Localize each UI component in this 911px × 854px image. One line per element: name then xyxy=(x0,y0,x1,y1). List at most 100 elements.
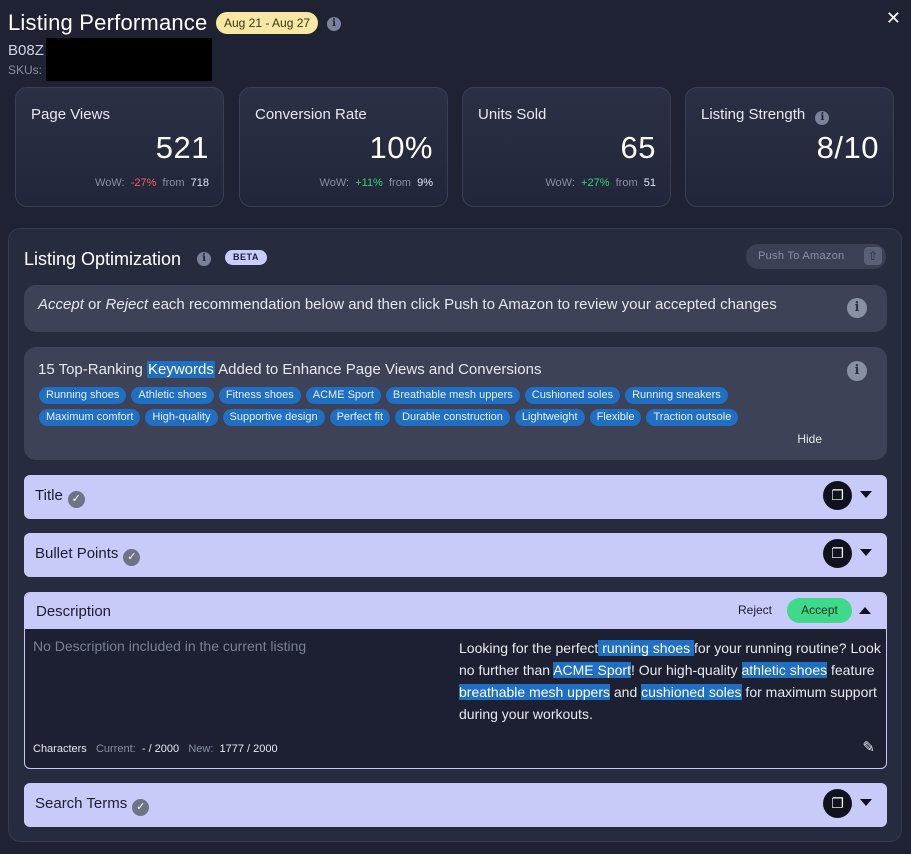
keyword-chip: Fitness shoes xyxy=(218,387,301,404)
keyword-chip: Maximum comfort xyxy=(39,409,141,426)
info-icon[interactable]: i xyxy=(197,252,211,266)
skus-label: SKUs: xyxy=(8,63,43,77)
description-text: Looking for the perfect xyxy=(459,640,599,656)
new-label: New: xyxy=(188,743,214,755)
wow-label: WoW: xyxy=(545,177,575,189)
description-text: ! Our high-quality xyxy=(631,662,742,678)
description-header[interactable]: Description Reject Accept xyxy=(25,593,886,629)
description-text: and xyxy=(610,684,642,700)
keyword-chip: Running shoes xyxy=(39,387,127,404)
accordion-label-text: Title xyxy=(35,487,63,504)
accordion-label-text: Bullet Points xyxy=(35,545,119,562)
keyword-highlight: cushioned soles xyxy=(641,684,742,700)
metric-card-conversion-rate: Conversion Rate 10% WoW: +11% from 9% xyxy=(239,87,448,207)
metric-label: Listing Strength i xyxy=(701,106,830,125)
from-value: 51 xyxy=(643,177,656,189)
from-value: 718 xyxy=(190,177,209,189)
accordion-title[interactable]: Title ✓ ❐ xyxy=(24,475,887,519)
accordion-label: Search Terms ✓ xyxy=(35,795,150,816)
beta-badge: BETA xyxy=(225,250,267,265)
keywords-title: 15 Top-Ranking Keywords Added to Enhance… xyxy=(38,361,541,378)
metric-label: Conversion Rate xyxy=(255,106,367,123)
metric-value: 8/10 xyxy=(816,130,879,165)
kw-title-prefix: 15 Top-Ranking xyxy=(38,361,147,378)
metric-wow: WoW: +11% from 9% xyxy=(320,177,433,189)
check-icon: ✓ xyxy=(132,799,150,816)
instructions-rest: each recommendation below and then click… xyxy=(148,296,777,313)
metric-wow: WoW: -27% from 718 xyxy=(95,177,209,189)
wow-change: +27% xyxy=(581,177,610,189)
keyword-chip: ACME Sport xyxy=(305,387,381,404)
metric-value: 521 xyxy=(155,130,209,165)
current-label: Current: xyxy=(95,743,136,755)
keyword-chip: Athletic shoes xyxy=(131,387,214,404)
instructions-accept: Accept xyxy=(38,296,84,313)
new-description: Looking for the perfect running shoes fo… xyxy=(459,637,885,725)
from-value: 9% xyxy=(417,177,433,189)
metric-card-units-sold: Units Sold 65 WoW: +27% from 51 xyxy=(462,87,671,207)
push-to-amazon-button[interactable]: Push To Amazon ⇧ xyxy=(746,244,886,269)
info-icon[interactable]: i xyxy=(847,361,867,381)
accordion-description: Description Reject Accept No Description… xyxy=(24,592,887,769)
keyword-chip: Flexible xyxy=(589,409,642,426)
section-title: Listing Optimization xyxy=(24,249,182,269)
copy-icon[interactable]: ❐ xyxy=(823,539,852,568)
metric-label-text: Listing Strength xyxy=(701,106,806,123)
chevron-up-icon[interactable] xyxy=(859,607,871,614)
keyword-highlight: ACME Sport xyxy=(553,662,631,678)
instructions-reject: Reject xyxy=(105,296,149,313)
metric-label: Page Views xyxy=(31,106,110,123)
redaction-block xyxy=(46,38,212,81)
keyword-chip: Breathable mesh uppers xyxy=(385,387,520,404)
info-icon[interactable]: i xyxy=(815,111,830,125)
accordion-label: Title ✓ xyxy=(35,487,85,508)
accordion-bullet-points[interactable]: Bullet Points ✓ ❐ xyxy=(24,533,887,577)
pencil-icon[interactable]: ✎ xyxy=(862,738,875,756)
wow-label: WoW: xyxy=(95,177,125,189)
wow-label: WoW: xyxy=(319,177,350,189)
info-icon[interactable]: i xyxy=(847,298,867,318)
chevron-down-icon[interactable] xyxy=(860,491,872,498)
keyword-highlight: running shoes xyxy=(598,640,695,656)
hide-keywords-link[interactable]: Hide xyxy=(797,432,822,446)
chevron-down-icon[interactable] xyxy=(860,549,872,556)
keyword-chip: Durable construction xyxy=(395,409,510,426)
keyword-highlight: athletic shoes xyxy=(741,662,828,678)
metric-card-listing-strength: Listing Strength i 8/10 xyxy=(685,87,894,207)
character-count: Characters Current: - / 2000 New: 1777 /… xyxy=(33,743,278,755)
metric-value: 65 xyxy=(620,130,656,165)
copy-icon[interactable]: ❐ xyxy=(823,789,852,818)
current-count: - / 2000 xyxy=(141,743,180,755)
from-label: from xyxy=(615,177,638,189)
chevron-down-icon[interactable] xyxy=(860,799,872,806)
check-icon: ✓ xyxy=(123,549,141,566)
check-icon: ✓ xyxy=(67,491,85,508)
current-description: No Description included in the current l… xyxy=(33,638,307,654)
from-label: from xyxy=(388,177,411,189)
info-icon[interactable]: i xyxy=(327,17,341,31)
keyword-highlight: breathable mesh uppers xyxy=(459,684,610,700)
accept-button[interactable]: Accept xyxy=(787,598,852,623)
instructions-or: or xyxy=(83,296,106,313)
metric-value: 10% xyxy=(369,130,433,165)
keyword-row: Running shoes Athletic shoes Fitness sho… xyxy=(39,387,728,404)
kw-title-suffix: Added to Enhance Page Views and Conversi… xyxy=(214,361,542,378)
upload-icon: ⇧ xyxy=(864,247,882,265)
keywords-box: 15 Top-Ranking Keywords Added to Enhance… xyxy=(24,347,887,460)
from-label: from xyxy=(162,177,185,189)
instructions-box: Accept or Reject each recommendation bel… xyxy=(24,285,887,332)
keyword-chip: Supportive design xyxy=(222,409,325,426)
wow-change: +11% xyxy=(355,177,383,189)
instructions-text: Accept or Reject each recommendation bel… xyxy=(38,296,777,313)
keyword-chip: Cushioned soles xyxy=(524,387,621,404)
copy-icon[interactable]: ❐ xyxy=(823,481,852,510)
metric-wow: WoW: +27% from 51 xyxy=(545,177,656,189)
close-icon[interactable]: ✕ xyxy=(886,8,901,29)
metric-card-page-views: Page Views 521 WoW: -27% from 718 xyxy=(15,87,224,207)
keyword-chip: Traction outsole xyxy=(646,409,739,426)
accordion-search-terms[interactable]: Search Terms ✓ ❐ xyxy=(24,783,887,827)
accordion-label: Description xyxy=(36,603,112,620)
wow-change: -27% xyxy=(130,177,157,189)
kw-title-highlight: Keywords xyxy=(146,361,215,378)
reject-button[interactable]: Reject xyxy=(738,603,772,617)
